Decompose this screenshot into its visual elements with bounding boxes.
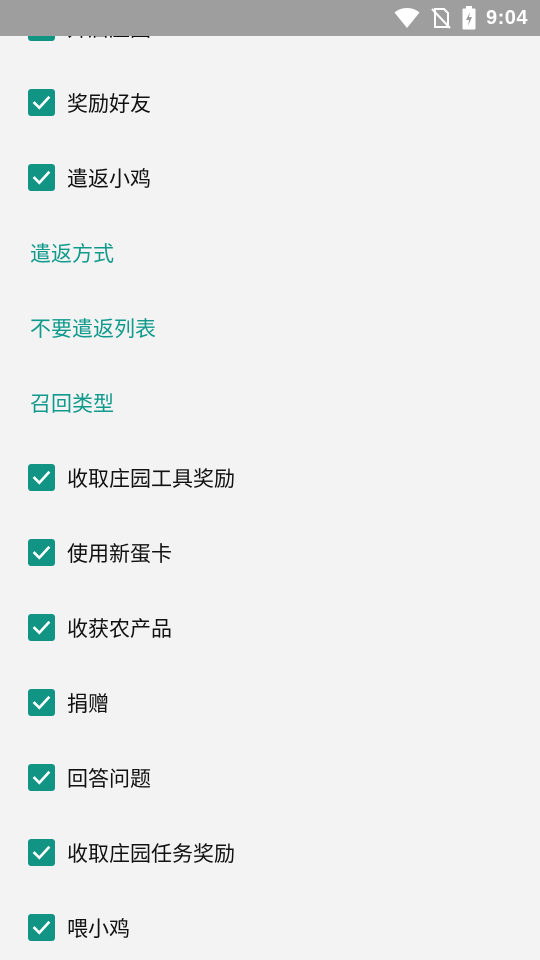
checkbox-checked[interactable] [28,614,55,641]
setting-row[interactable]: 收取庄园任务奖励 [0,815,540,890]
clock-time: 9:04 [485,6,528,29]
setting-label: 回答问题 [67,766,151,791]
setting-label: 奖励好友 [67,91,151,116]
no-sim-icon [431,8,451,29]
checkbox-checked[interactable] [28,764,55,791]
checkbox-checked[interactable] [28,89,55,116]
checkbox-checked[interactable] [28,689,55,716]
setting-link-label[interactable]: 召回类型 [30,388,114,418]
setting-link-label[interactable]: 遣返方式 [30,238,114,268]
setting-row[interactable]: 使用新蛋卡 [0,515,540,590]
settings-screen: 开启庄园 奖励好友 遣返小鸡 遣返方式 不要遣返列表 召回类型 [0,0,540,960]
checkbox-checked[interactable] [28,464,55,491]
setting-label: 遣返小鸡 [67,166,151,191]
status-icons: 9:04 [394,0,528,36]
setting-link-row[interactable]: 遣返方式 [0,215,540,290]
setting-label: 使用新蛋卡 [67,541,172,566]
wifi-icon [394,8,420,28]
checkmark-icon [32,770,51,785]
setting-row[interactable]: 收取庄园工具奖励 [0,440,540,515]
checkmark-icon [32,920,51,935]
checkmark-icon [32,95,51,110]
checkbox-checked[interactable] [28,914,55,941]
checkmark-icon [32,170,51,185]
setting-label: 收获农产品 [67,616,172,641]
setting-row[interactable]: 回答问题 [0,740,540,815]
setting-label: 收取庄园工具奖励 [67,466,235,491]
setting-label: 捐赠 [67,691,109,716]
checkmark-icon [32,545,51,560]
checkbox-checked[interactable] [28,164,55,191]
setting-row[interactable]: 收获农产品 [0,590,540,665]
setting-link-row[interactable]: 召回类型 [0,365,540,440]
checkbox-checked[interactable] [28,839,55,866]
setting-link-row[interactable]: 不要遣返列表 [0,290,540,365]
setting-row[interactable]: 喂小鸡 [0,890,540,960]
status-bar: 9:04 [0,0,540,36]
setting-row[interactable]: 捐赠 [0,665,540,740]
checkmark-icon [32,695,51,710]
setting-link-label[interactable]: 不要遣返列表 [30,313,156,343]
checkmark-icon [32,620,51,635]
setting-label: 收取庄园任务奖励 [67,841,235,866]
setting-row[interactable]: 遣返小鸡 [0,140,540,215]
checkmark-icon [32,470,51,485]
setting-row[interactable]: 奖励好友 [0,65,540,140]
battery-charging-icon [462,6,476,30]
setting-label: 喂小鸡 [67,916,130,941]
checkbox-checked[interactable] [28,539,55,566]
checkmark-icon [32,845,51,860]
